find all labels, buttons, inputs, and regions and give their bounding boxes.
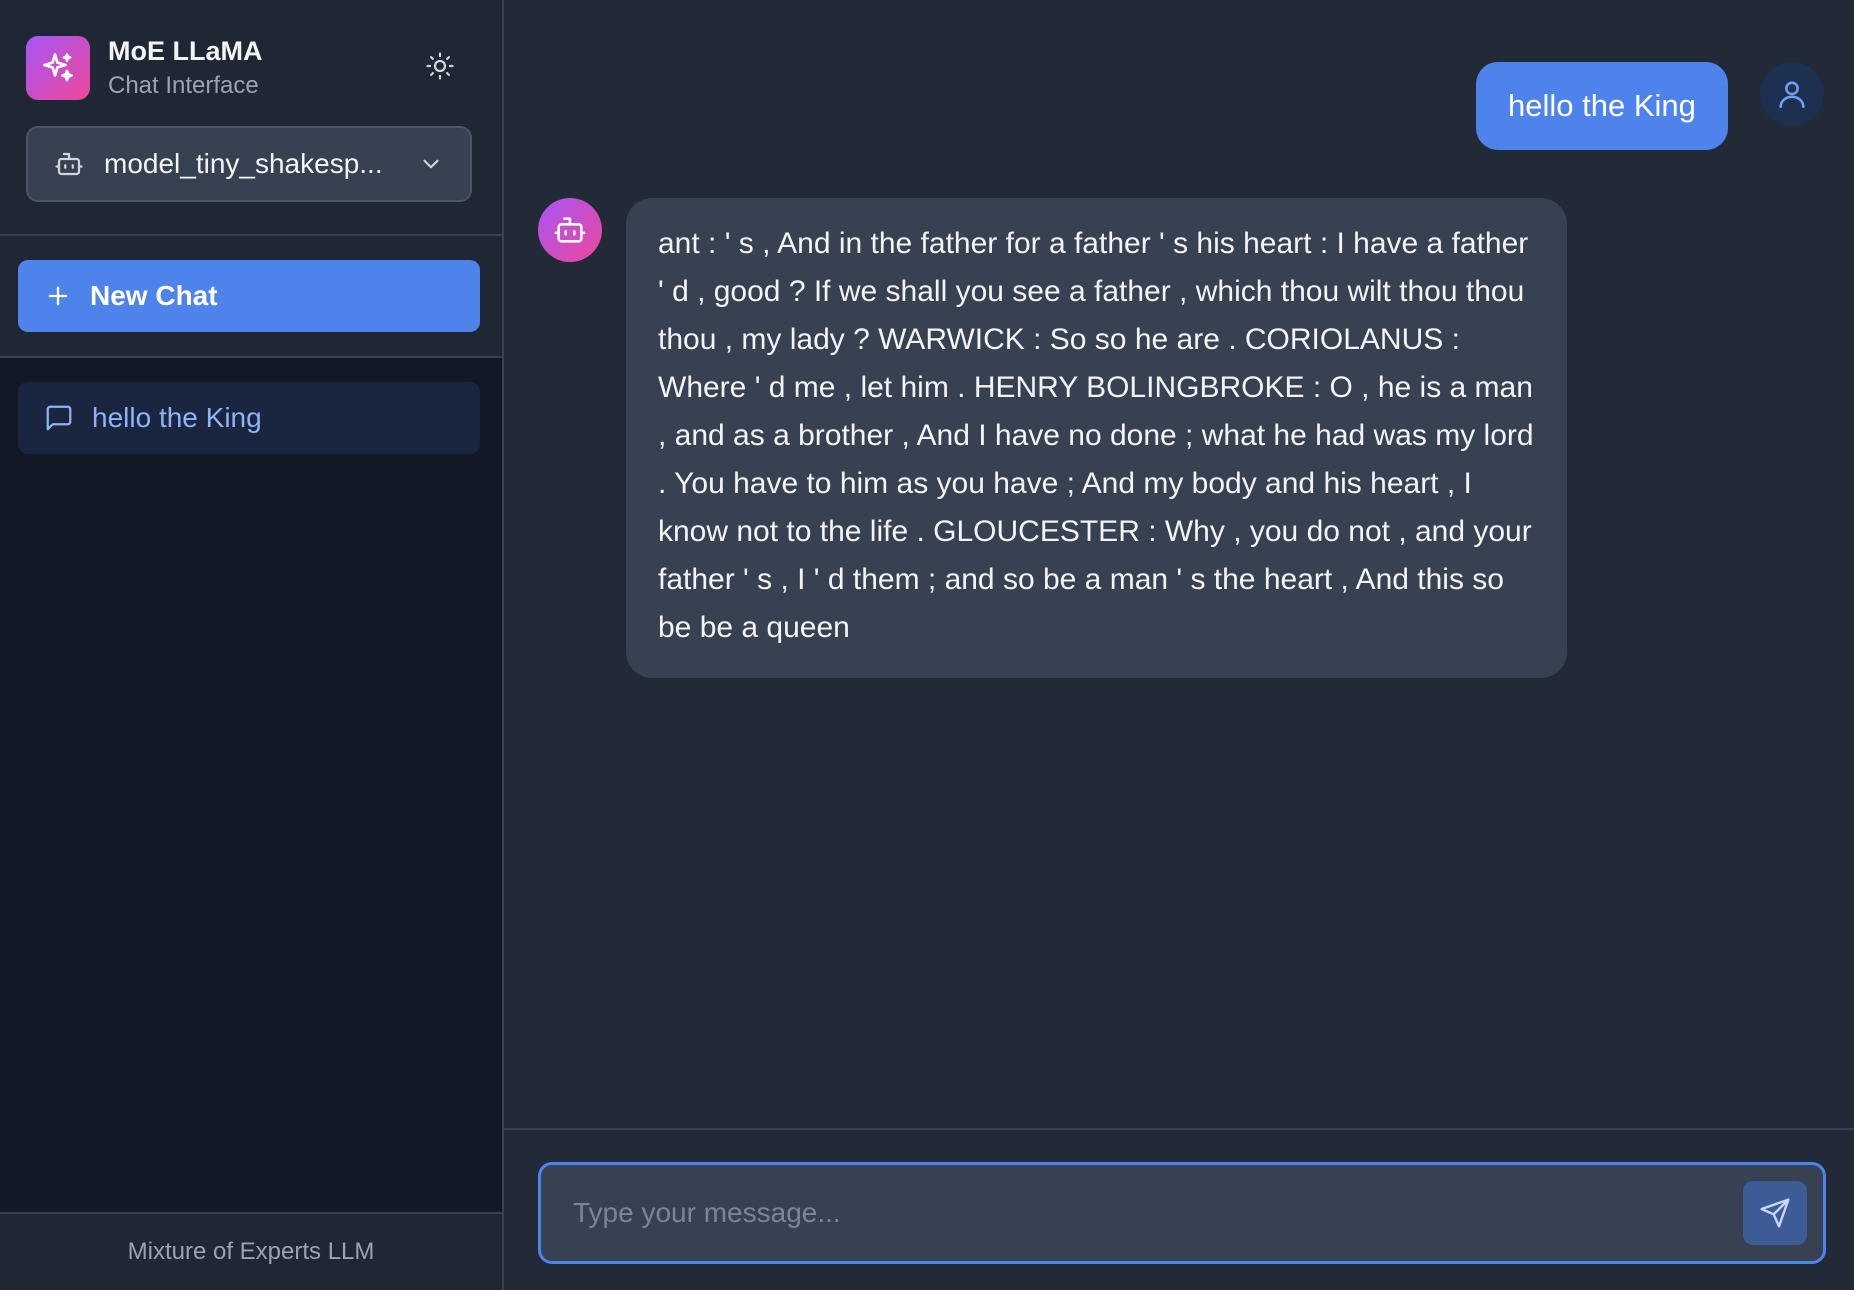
- sparkles-icon: [26, 36, 90, 100]
- bot-icon: [55, 152, 83, 176]
- message-input[interactable]: [573, 1197, 1729, 1229]
- send-icon: [1760, 1198, 1790, 1228]
- app-name: MoE LLaMA: [108, 36, 263, 66]
- sidebar-footer: Mixture of Experts LLM: [0, 1212, 502, 1290]
- model-selector[interactable]: model_tiny_shakesp...: [26, 126, 472, 202]
- history-item-label: hello the King: [92, 402, 262, 433]
- new-chat-button[interactable]: New Chat: [18, 260, 480, 332]
- sidebar-header: MoE LLaMA Chat Interface model_tiny_shak…: [0, 0, 502, 236]
- new-chat-section: New Chat: [0, 236, 502, 358]
- bot-icon: [554, 217, 586, 243]
- user-avatar: [1760, 62, 1824, 126]
- theme-toggle-button[interactable]: [420, 46, 460, 86]
- app-subtitle: Chat Interface: [108, 72, 259, 99]
- message-square-icon: [46, 405, 72, 431]
- assistant-avatar: [538, 198, 602, 262]
- sidebar: MoE LLaMA Chat Interface model_tiny_shak…: [0, 0, 504, 1290]
- brand: MoE LLaMA Chat Interface: [26, 34, 263, 102]
- message-composer: [538, 1162, 1826, 1264]
- chat-history: hello the King: [0, 358, 502, 1212]
- plus-icon: [48, 286, 68, 306]
- new-chat-label: New Chat: [90, 280, 218, 311]
- send-button[interactable]: [1743, 1181, 1807, 1245]
- chevron-down-icon: [423, 159, 439, 169]
- history-item[interactable]: hello the King: [18, 382, 480, 454]
- footer-text: Mixture of Experts LLM: [127, 1238, 375, 1265]
- user-icon: [1779, 81, 1805, 109]
- app-window: MoE LLaMA Chat Interface model_tiny_shak…: [0, 0, 1854, 1290]
- user-message-bubble: hello the King: [1476, 62, 1728, 150]
- model-selector-value: model_tiny_shakesp...: [104, 148, 383, 179]
- composer-area: [504, 1128, 1854, 1290]
- assistant-message-bubble: ant : ' s , And in the father for a fath…: [626, 198, 1567, 678]
- sun-icon: [426, 52, 454, 80]
